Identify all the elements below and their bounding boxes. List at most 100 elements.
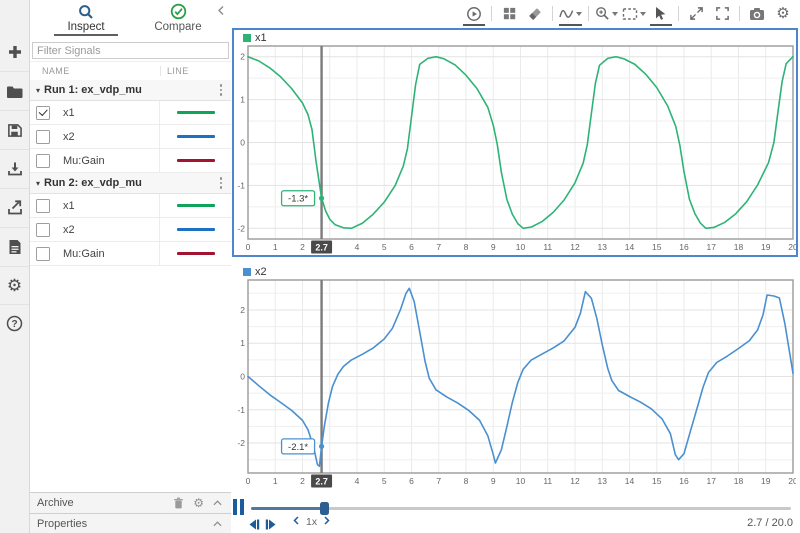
signal-row: Mu:Gain [30,149,231,173]
export-button[interactable] [0,189,29,228]
snapshot-button[interactable] [744,3,770,25]
trash-icon [174,497,184,509]
legend-label: x1 [255,32,267,44]
svg-text:4: 4 [355,242,360,252]
tab-inspect[interactable]: Inspect [42,3,130,36]
signal-name[interactable]: x1 [56,107,159,119]
plot-settings-button[interactable]: ⚙ [770,3,796,25]
signal-line-swatch[interactable] [176,204,215,207]
svg-text:9: 9 [491,242,496,252]
svg-text:13: 13 [598,476,608,486]
toolbar-separator [588,6,589,21]
subplot-layout-button[interactable] [496,3,522,25]
save-button[interactable] [0,111,29,150]
fullscreen-button[interactable] [709,3,735,25]
toolbar-separator [678,6,679,21]
maximize-plot-button[interactable] [683,3,709,25]
run-menu-button[interactable] [219,84,222,96]
signal-name[interactable]: x1 [56,200,159,212]
subplot-x1[interactable]: x1 01234567891011121314151617181920-2-10… [232,28,798,257]
help-button[interactable]: ? [0,304,29,342]
svg-text:14: 14 [625,476,635,486]
gear-icon: ⚙ [776,5,790,22]
collapse-sidebar-button[interactable] [216,3,228,15]
playback-controls: 1x 2.7 / 20.0 [231,492,800,533]
archive-delete-button[interactable] [173,497,184,509]
decrease-speed-button[interactable] [293,516,299,528]
signal-checkbox[interactable] [36,246,50,261]
signal-checkbox[interactable] [36,105,50,120]
search-icon [42,3,130,20]
collapse-run-icon[interactable]: ▾ [36,86,40,95]
create-report-button[interactable] [0,228,29,267]
signal-row: x2 [30,218,231,242]
signal-name[interactable]: Mu:Gain [56,248,159,260]
svg-text:12: 12 [570,242,580,252]
help-icon: ? [6,315,23,331]
signal-row: x1 [30,194,231,218]
step-forward-button[interactable] [265,517,277,533]
svg-text:12: 12 [570,476,580,486]
line-column-header: LINE [160,66,231,76]
pause-button[interactable] [233,499,246,515]
fit-to-view-button[interactable] [620,3,648,25]
archive-collapse-button[interactable] [213,500,222,506]
svg-text:2.7: 2.7 [315,476,328,486]
time-slider[interactable] [251,502,791,515]
data-cursor-button[interactable] [648,3,674,26]
svg-text:15: 15 [652,476,662,486]
signal-name[interactable]: x2 [56,131,159,143]
svg-text:13: 13 [598,242,608,252]
svg-text:-1.3*: -1.3* [288,194,308,205]
signal-checkbox[interactable] [36,198,50,213]
time-slider-thumb[interactable] [319,502,329,515]
signal-name[interactable]: x2 [56,224,159,236]
open-button[interactable] [0,72,29,111]
run-header[interactable]: ▾ Run 1: ex_vdp_mu [30,80,231,101]
x1-plot-canvas[interactable]: 01234567891011121314151617181920-2-1012-… [234,30,796,255]
import-button[interactable] [0,150,29,189]
properties-section-header[interactable]: Properties [30,513,231,533]
x2-plot-canvas[interactable]: 01234567891011121314151617181920-2-1012-… [234,264,796,489]
signal-checkbox[interactable] [36,153,50,168]
simulation-data-inspector-window: ⚙ ? Inspect Compare Filter Signals NAME … [0,0,800,533]
signal-line-swatch[interactable] [176,252,215,255]
signal-checkbox[interactable] [36,222,50,237]
zoom-button[interactable] [593,3,620,25]
svg-text:8: 8 [464,242,469,252]
signal-line-swatch[interactable] [176,111,215,114]
svg-text:11: 11 [543,476,552,486]
increase-speed-button[interactable] [324,516,330,528]
signal-style-button[interactable] [557,3,584,26]
subplot-x2[interactable]: x2 01234567891011121314151617181920-2-10… [232,262,798,491]
svg-text:7: 7 [436,242,441,252]
signal-name[interactable]: Mu:Gain [56,155,159,167]
properties-collapse-button[interactable] [213,520,222,527]
cursor-marker-dot [318,195,325,201]
run-header[interactable]: ▾ Run 2: ex_vdp_mu [30,173,231,194]
collapse-run-icon[interactable]: ▾ [36,179,40,188]
signal-line-swatch[interactable] [176,159,215,162]
tab-compare[interactable]: Compare [134,3,222,33]
preferences-button[interactable]: ⚙ [0,266,29,305]
record-button[interactable] [461,3,487,26]
plot-toolbar: ⚙ [231,0,800,27]
chevron-up-icon [213,520,222,526]
step-back-button[interactable] [248,517,260,533]
svg-text:-2: -2 [237,223,245,233]
signal-line-swatch[interactable] [176,135,215,138]
signal-row: x2 [30,125,231,149]
clear-subplots-button[interactable] [522,3,548,25]
legend-label: x2 [255,266,267,278]
layout-grid-icon [503,7,515,20]
run-label: Run 2: ex_vdp_mu [44,177,142,189]
signal-line-swatch[interactable] [176,228,215,231]
archive-section-header[interactable]: Archive ⚙ [30,492,231,513]
run-menu-button[interactable] [219,177,222,189]
svg-text:18: 18 [734,242,744,252]
archive-settings-button[interactable]: ⚙ [193,497,204,509]
main-area: ⚙ x1 01234567891011121314151617181920-2-… [231,0,800,533]
signal-checkbox[interactable] [36,129,50,144]
add-button[interactable] [0,33,29,72]
filter-signals-input[interactable] [32,42,229,59]
